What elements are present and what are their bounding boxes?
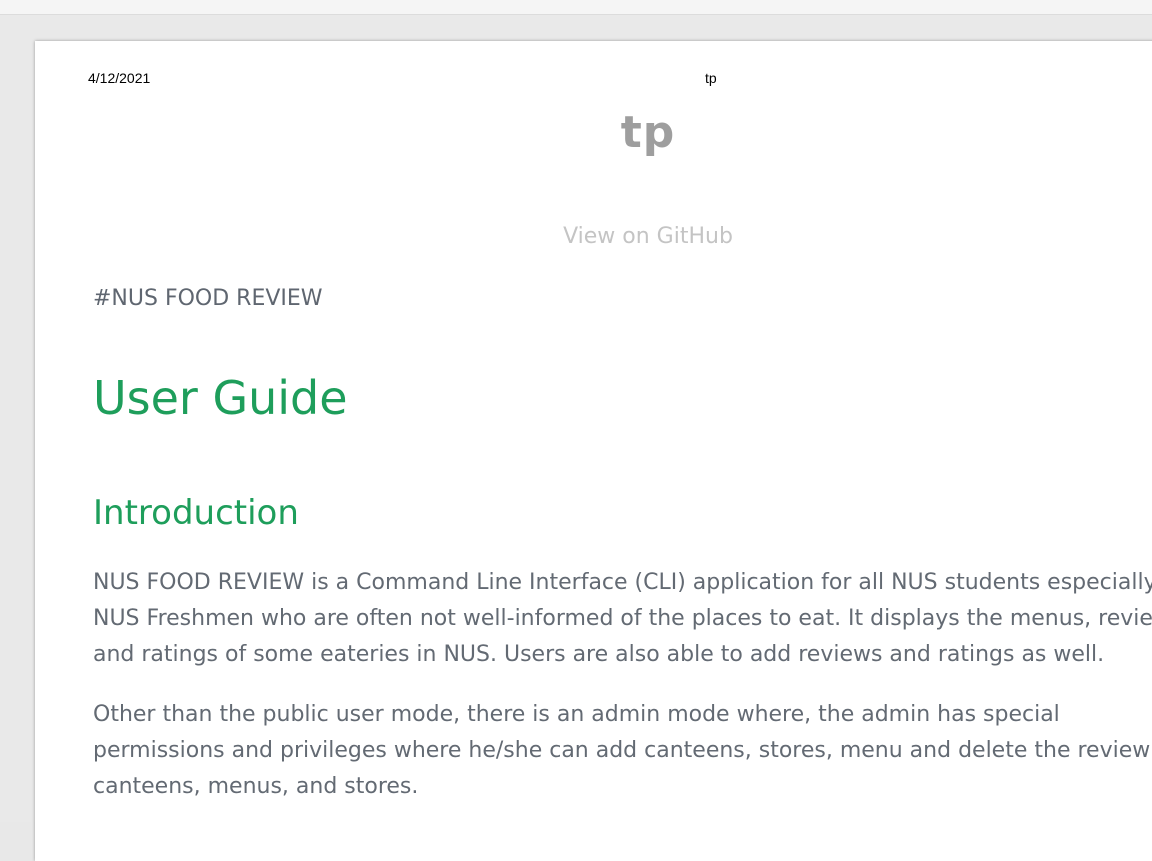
print-header-date: 4/12/2021: [88, 70, 151, 86]
introduction-heading: Introduction: [93, 493, 299, 533]
print-header-title: tp: [705, 70, 717, 86]
paragraph-line: NUS Freshmen who are often not well-info…: [93, 606, 1152, 631]
intro-paragraph-2: Other than the public user mode, there i…: [93, 697, 1152, 805]
site-title: tp: [620, 107, 676, 158]
project-heading: #NUS FOOD REVIEW: [93, 286, 323, 311]
pdf-viewer[interactable]: 4/12/2021 tp tp View on GitHub #NUS FOOD…: [0, 15, 1152, 861]
user-guide-heading: User Guide: [93, 371, 348, 425]
intro-paragraph-1: NUS FOOD REVIEW is a Command Line Interf…: [93, 565, 1152, 673]
paragraph-line: and ratings of some eateries in NUS. Use…: [93, 642, 1105, 667]
paragraph-line: Other than the public user mode, there i…: [93, 702, 1060, 727]
paragraph-line: canteens, menus, and stores.: [93, 774, 419, 799]
pdf-page: 4/12/2021 tp tp View on GitHub #NUS FOOD…: [35, 41, 1152, 861]
paragraph-line: permissions and privileges where he/she …: [93, 738, 1151, 763]
viewer-toolbar: [0, 0, 1152, 15]
paragraph-line: NUS FOOD REVIEW is a Command Line Interf…: [93, 570, 1152, 595]
view-on-github-link[interactable]: View on GitHub: [35, 224, 1152, 249]
